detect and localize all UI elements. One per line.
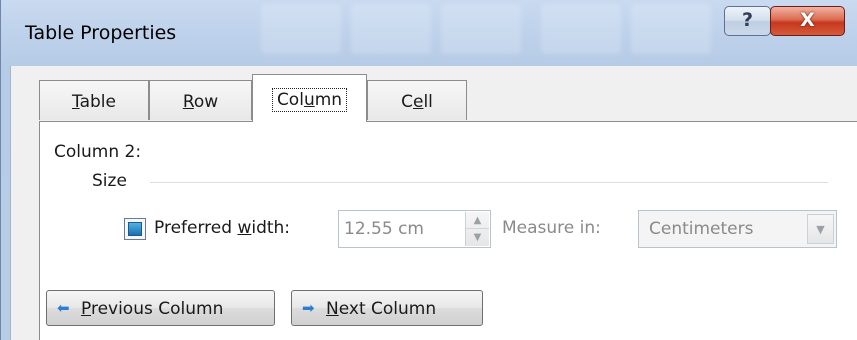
background-ghost [631,4,711,54]
help-button[interactable]: ? [724,6,771,36]
tab-cell[interactable]: Cell [367,80,467,120]
column-heading: Column 2: [54,142,142,162]
title-bar[interactable]: Table Properties ? X [1,0,857,66]
preferred-width-label: Preferred width: [154,218,291,238]
measure-in-label: Measure in: [502,218,601,238]
measure-in-value: Centimeters [649,219,754,239]
background-ghost [351,4,431,54]
next-column-button[interactable]: ➡ Next Column [291,290,483,326]
help-icon: ? [741,9,754,31]
tab-label: Table [72,92,116,112]
column-tab-panel: Column 2: Size Preferred width: 12.55 cm… [39,121,857,340]
tab-label: Column [253,88,366,112]
chevron-down-icon[interactable]: ▼ [807,214,834,244]
spinner-arrows: ▲ ▼ [465,212,489,246]
background-ghost [441,4,521,54]
spinner-down-icon[interactable]: ▼ [466,229,489,246]
tab-row[interactable]: Row [149,80,252,120]
tab-label: Cell [401,92,433,112]
spinner-up-icon[interactable]: ▲ [466,212,489,229]
preferred-width-spinner[interactable]: 12.55 cm ▲ ▼ [338,210,491,248]
previous-column-label: Previous Column [81,299,224,319]
preferred-width-value[interactable]: 12.55 cm [344,219,424,239]
group-divider [150,182,828,183]
focus-rectangle: Column [271,88,348,112]
background-ghost [541,4,621,54]
dialog-content: Table Row Column Cell Column 2: Size Pre… [10,66,857,340]
close-icon: X [800,9,815,31]
table-properties-dialog: Table Properties ? X Table Row Column Ce… [0,0,857,340]
tab-column[interactable]: Column [252,74,367,122]
background-ghost [261,4,341,54]
next-column-label: Next Column [326,299,437,319]
checkbox-indeterminate-icon [128,222,142,236]
preferred-width-checkbox[interactable] [124,218,146,240]
tab-label: Row [182,92,219,112]
dialog-title: Table Properties [25,22,177,44]
arrow-left-icon: ⬅ [57,299,70,317]
previous-column-button[interactable]: ⬅ Previous Column [46,290,275,326]
close-button[interactable]: X [770,6,845,36]
arrow-right-icon: ➡ [302,299,315,317]
measure-in-select[interactable]: Centimeters ▼ [638,210,837,248]
size-group-label: Size [92,171,127,191]
tab-table[interactable]: Table [39,80,149,120]
